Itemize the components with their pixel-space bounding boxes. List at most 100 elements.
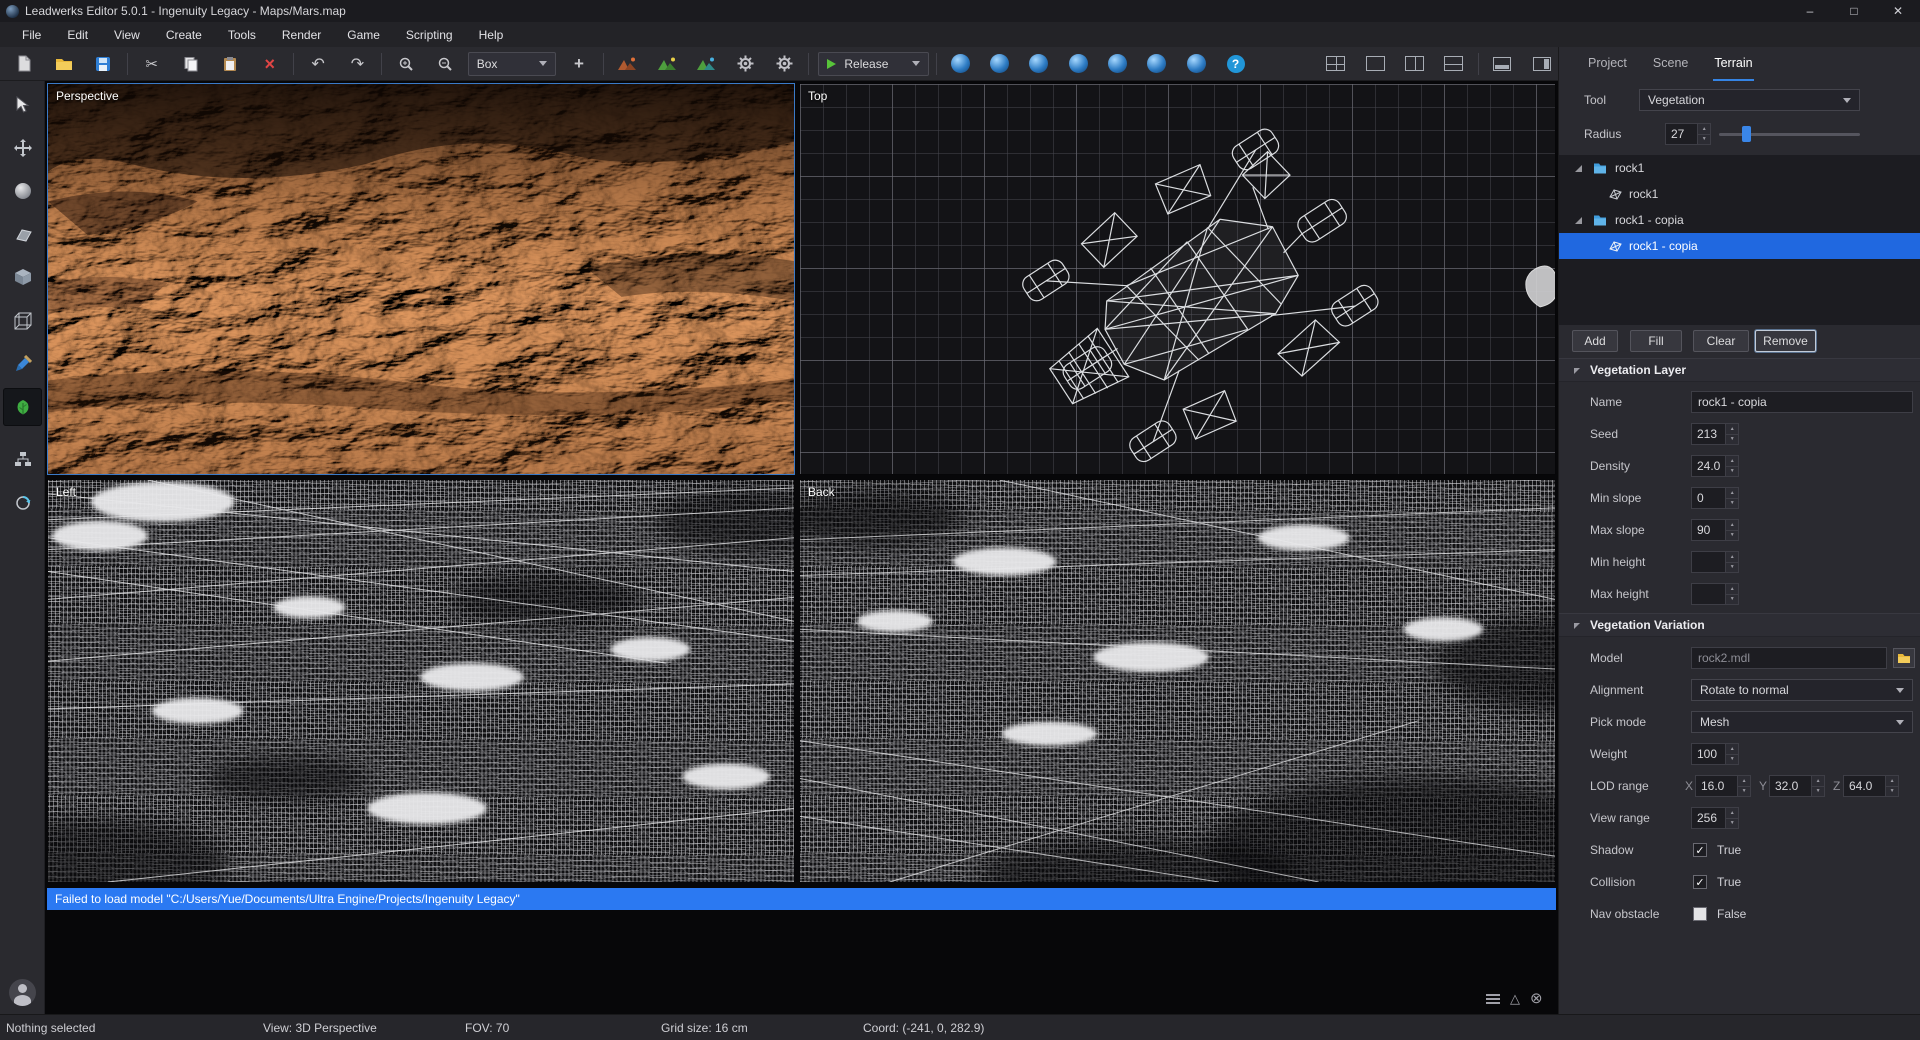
nav-obstacle-checkbox[interactable] — [1693, 907, 1707, 921]
spinner[interactable] — [1725, 424, 1738, 444]
orbit-tool-button[interactable] — [3, 484, 42, 522]
min-height-stepper[interactable] — [1691, 551, 1739, 573]
min-slope-input[interactable] — [1692, 488, 1725, 508]
min-height-input[interactable] — [1692, 552, 1725, 572]
min-slope-stepper[interactable] — [1691, 487, 1739, 509]
zoom-in-button[interactable] — [389, 50, 422, 78]
spin-down-icon[interactable] — [1698, 134, 1710, 145]
spinner[interactable] — [1725, 808, 1738, 828]
viewport-top[interactable]: Top — [799, 83, 1556, 475]
lod-x-stepper[interactable] — [1695, 775, 1751, 797]
world-tool-button-6[interactable] — [1140, 50, 1173, 78]
viewport-perspective[interactable]: Perspective — [47, 83, 795, 475]
zoom-out-button[interactable] — [428, 50, 461, 78]
seed-input[interactable] — [1692, 424, 1725, 444]
spinner[interactable] — [1697, 124, 1710, 144]
pick-mode-dropdown[interactable]: Mesh — [1691, 711, 1913, 733]
fill-button[interactable]: Fill — [1630, 330, 1682, 352]
tool-dropdown[interactable]: Vegetation — [1639, 89, 1860, 111]
maximize-button[interactable]: □ — [1832, 0, 1876, 22]
lod-z-input[interactable] — [1844, 776, 1885, 796]
spinner[interactable] — [1811, 776, 1824, 796]
world-tool-button-7[interactable] — [1180, 50, 1213, 78]
model-input[interactable] — [1691, 647, 1887, 669]
terrain-sculpt-button[interactable] — [611, 50, 644, 78]
edit-mesh-tool-button[interactable] — [3, 302, 42, 340]
face-select-tool-button[interactable] — [3, 215, 42, 253]
add-button[interactable]: Add — [1572, 330, 1618, 352]
hierarchy-tool-button[interactable] — [3, 440, 42, 478]
max-slope-input[interactable] — [1692, 520, 1725, 540]
density-input[interactable] — [1692, 456, 1725, 476]
world-tool-button-4[interactable] — [1062, 50, 1095, 78]
viewport-left[interactable]: Left — [47, 479, 795, 883]
layout-rows-button[interactable] — [1437, 50, 1470, 78]
max-slope-stepper[interactable] — [1691, 519, 1739, 541]
tab-terrain[interactable]: Terrain — [1713, 47, 1753, 81]
terrain-settings-button[interactable] — [729, 50, 762, 78]
slider-thumb[interactable] — [1742, 126, 1751, 142]
help-button[interactable]: ? — [1219, 50, 1252, 78]
weight-stepper[interactable] — [1691, 743, 1739, 765]
lod-y-stepper[interactable] — [1769, 775, 1825, 797]
world-tool-button-2[interactable] — [983, 50, 1016, 78]
editor-settings-button[interactable] — [768, 50, 801, 78]
spinner[interactable] — [1725, 456, 1738, 476]
paste-button[interactable] — [214, 50, 247, 78]
copy-button[interactable] — [174, 50, 207, 78]
warning-triangle-icon[interactable]: △ — [1510, 992, 1520, 1005]
clear-button[interactable]: Clear — [1693, 330, 1749, 352]
spinner[interactable] — [1737, 776, 1750, 796]
menu-item-tools[interactable]: Tools — [215, 22, 269, 47]
world-tool-button-5[interactable] — [1101, 50, 1134, 78]
world-tool-button-1[interactable] — [944, 50, 977, 78]
console-error-line[interactable]: Failed to load model "C:/Users/Yue/Docum… — [47, 888, 1556, 910]
new-map-button[interactable] — [8, 50, 41, 78]
radius-stepper[interactable] — [1665, 123, 1711, 145]
redo-button[interactable]: ↷ — [341, 50, 374, 78]
max-height-input[interactable] — [1692, 584, 1725, 604]
spinner[interactable] — [1725, 584, 1738, 604]
shadow-checkbox[interactable] — [1693, 843, 1707, 857]
menu-item-file[interactable]: File — [9, 22, 54, 47]
vegetation-variation-header[interactable]: Vegetation Variation — [1559, 613, 1920, 637]
select-tool-button[interactable] — [3, 86, 42, 124]
create-primitive-button[interactable]: + — [562, 50, 595, 78]
delete-button[interactable]: × — [253, 50, 286, 78]
weight-input[interactable] — [1692, 744, 1725, 764]
menu-item-view[interactable]: View — [101, 22, 153, 47]
menu-item-create[interactable]: Create — [153, 22, 215, 47]
layout-quad-button[interactable] — [1319, 50, 1352, 78]
menu-item-render[interactable]: Render — [269, 22, 334, 47]
toggle-console-button[interactable] — [1486, 50, 1519, 78]
minimize-button[interactable]: – — [1788, 0, 1832, 22]
tab-project[interactable]: Project — [1587, 47, 1628, 81]
expand-caret-icon[interactable] — [1575, 217, 1582, 224]
close-button[interactable]: ✕ — [1876, 0, 1920, 22]
density-stepper[interactable] — [1691, 455, 1739, 477]
menu-item-edit[interactable]: Edit — [54, 22, 101, 47]
spinner[interactable] — [1885, 776, 1898, 796]
browse-model-button[interactable] — [1893, 648, 1915, 668]
alignment-dropdown[interactable]: Rotate to normal — [1691, 679, 1913, 701]
world-tool-button-3[interactable] — [1022, 50, 1055, 78]
viewport-back[interactable]: Back — [799, 479, 1556, 883]
view-range-stepper[interactable] — [1691, 807, 1739, 829]
cut-button[interactable]: ✂ — [135, 50, 168, 78]
terrain-water-button[interactable] — [689, 50, 722, 78]
menu-item-scripting[interactable]: Scripting — [393, 22, 466, 47]
save-map-button[interactable] — [87, 50, 120, 78]
vegetation-layer-header[interactable]: Vegetation Layer — [1559, 358, 1920, 382]
radius-slider[interactable] — [1719, 122, 1860, 146]
move-tool-button[interactable] — [3, 129, 42, 167]
console-menu-icon[interactable] — [1486, 994, 1500, 1004]
spinner[interactable] — [1725, 488, 1738, 508]
layout-single-button[interactable] — [1359, 50, 1392, 78]
undo-button[interactable]: ↶ — [301, 50, 334, 78]
terrain-paint-tool-button[interactable] — [3, 345, 42, 383]
tab-scene[interactable]: Scene — [1652, 47, 1689, 81]
tree-item[interactable]: rock1 — [1559, 181, 1920, 207]
collision-checkbox[interactable] — [1693, 875, 1707, 889]
name-input[interactable] — [1691, 391, 1913, 413]
max-height-stepper[interactable] — [1691, 583, 1739, 605]
